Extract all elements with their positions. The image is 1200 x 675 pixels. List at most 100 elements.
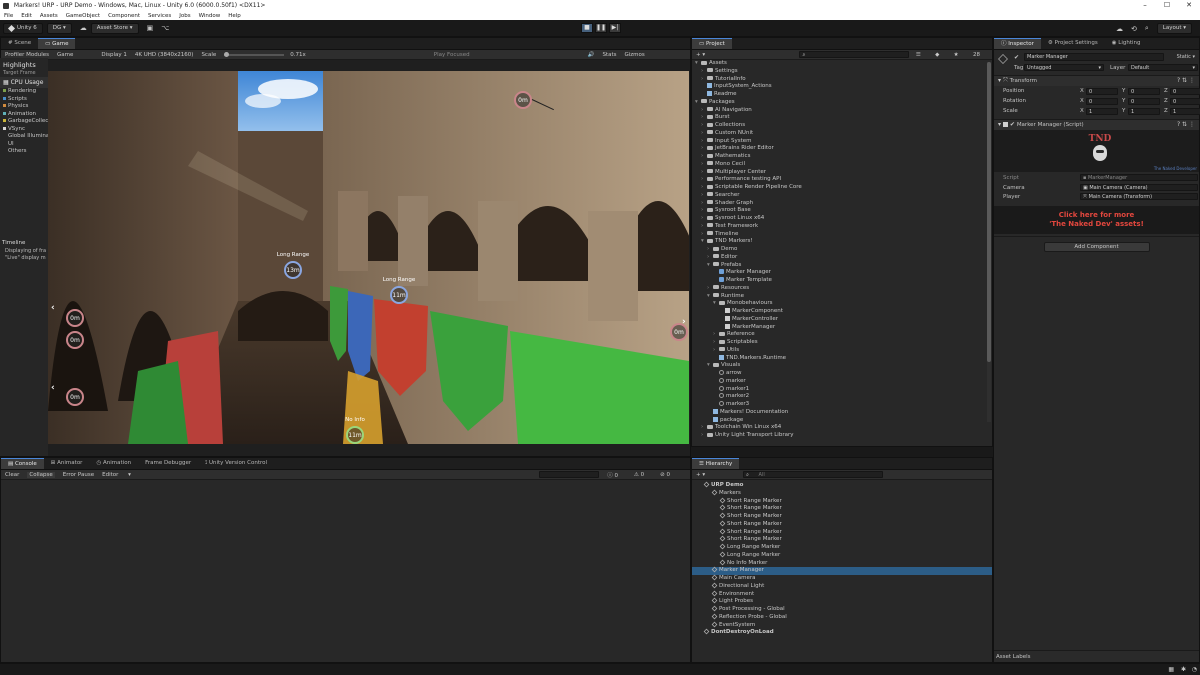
- scale-slider[interactable]: [224, 51, 285, 57]
- menu-services[interactable]: Services: [148, 13, 171, 19]
- mute-icon[interactable]: 🔊: [588, 52, 595, 58]
- minimize-button[interactable]: –: [1134, 0, 1156, 11]
- filter-icon[interactable]: ☰: [916, 52, 921, 58]
- project-item[interactable]: › Unity Light Transport Library: [695, 432, 992, 440]
- gizmos-button[interactable]: Gizmos: [624, 52, 644, 58]
- tag-dropdown[interactable]: Untagged ▾: [1024, 64, 1104, 71]
- project-scrollbar[interactable]: [987, 62, 991, 422]
- hierarchy-item[interactable]: No Info Marker: [692, 559, 992, 568]
- project-item[interactable]: ▾ Visuals: [695, 362, 992, 370]
- cpu-usage-module[interactable]: ▦ CPU Usage: [0, 77, 48, 88]
- scale-z-field[interactable]: 1: [1170, 108, 1200, 115]
- project-item[interactable]: ▾ Prefabs: [695, 262, 992, 270]
- stats-button[interactable]: Stats: [602, 52, 616, 58]
- project-item[interactable]: › Toolchain Win Linux x64: [695, 424, 992, 432]
- project-item[interactable]: › Utils: [695, 347, 992, 355]
- pause-button[interactable]: ❚❚: [595, 23, 607, 33]
- project-item[interactable]: arrow: [695, 370, 992, 378]
- project-item[interactable]: › Timeline: [695, 231, 992, 239]
- tab-scene[interactable]: # Scene: [1, 38, 38, 49]
- scale-y-field[interactable]: 1: [1128, 108, 1160, 115]
- menu-help[interactable]: Help: [228, 13, 241, 19]
- menu-window[interactable]: Window: [199, 13, 221, 19]
- label-icon[interactable]: ◆: [935, 52, 939, 58]
- tab-project-settings[interactable]: ⚙ Project Settings: [1041, 38, 1105, 49]
- project-item[interactable]: › Multiplayer Center: [695, 169, 992, 177]
- build-icon[interactable]: ▣: [147, 24, 154, 32]
- hierarchy-item[interactable]: Short Range Marker: [692, 528, 992, 537]
- more-assets-promo[interactable]: Click here for more 'The Naked Dev' asse…: [994, 206, 1199, 234]
- warning-count[interactable]: ⚠ 0: [634, 472, 652, 478]
- editor-dropdown[interactable]: Editor ▾: [102, 472, 131, 478]
- component-menu-icon[interactable]: ? ⇅ ⋮: [1177, 76, 1195, 86]
- project-item[interactable]: › Test Framework: [695, 223, 992, 231]
- menu-assets[interactable]: Assets: [40, 13, 58, 19]
- project-item[interactable]: Markers! Documentation: [695, 408, 992, 417]
- layer-dropdown[interactable]: Default ▾: [1128, 64, 1198, 71]
- progress-icon[interactable]: ◔: [1192, 666, 1197, 673]
- game-viewport[interactable]: 0m 13m Long Range 11m Long Range 0m 0m 0m 0m 11m N…: [48, 71, 689, 444]
- tab-unity-version-control[interactable]: ⟟ Unity Version Control: [198, 458, 274, 469]
- project-item[interactable]: › Scriptable Render Pipeline Core: [695, 184, 992, 192]
- object-name-field[interactable]: Marker Manager: [1024, 53, 1164, 61]
- player-field[interactable]: ⤧ Main Camera (Transform): [1080, 193, 1198, 200]
- cloud-icon[interactable]: ☁: [80, 24, 87, 32]
- project-item[interactable]: › Settings: [695, 68, 992, 76]
- project-item[interactable]: package: [695, 416, 992, 425]
- profiler-category[interactable]: Global Illumination: [3, 133, 48, 141]
- project-item[interactable]: › Scriptables: [695, 339, 992, 347]
- hierarchy-search-input[interactable]: ⌕ All: [743, 471, 884, 478]
- tab-hierarchy[interactable]: ☰ Hierarchy: [692, 458, 740, 469]
- project-item[interactable]: › JetBrains Rider Editor: [695, 145, 992, 153]
- project-item[interactable]: › Sysroot Linux x64: [695, 215, 992, 223]
- version-control-icon[interactable]: ⌥: [161, 24, 169, 32]
- profiler-category[interactable]: Animation: [3, 111, 48, 119]
- active-checkbox[interactable]: ✔: [1014, 54, 1019, 61]
- hierarchy-item[interactable]: Marker Manager: [692, 566, 992, 575]
- hierarchy-item[interactable]: Long Range Marker: [692, 543, 992, 552]
- hierarchy-scene[interactable]: URP Demo: [692, 481, 992, 490]
- tab-console[interactable]: ▤ Console: [1, 458, 44, 469]
- console-search-input[interactable]: [539, 471, 600, 478]
- profiler-category[interactable]: Rendering: [3, 88, 48, 96]
- tab-inspector[interactable]: ⓘ Inspector: [994, 38, 1041, 49]
- history-icon[interactable]: ⟲: [1131, 25, 1137, 33]
- position-y-field[interactable]: 0: [1128, 88, 1160, 95]
- maximize-button[interactable]: ☐: [1156, 0, 1178, 11]
- project-item[interactable]: marker2: [695, 393, 992, 401]
- project-item[interactable]: Marker Manager: [695, 269, 992, 277]
- project-item[interactable]: Readme: [695, 91, 992, 99]
- project-item[interactable]: MarkerController: [695, 315, 992, 324]
- menu-gameobject[interactable]: GameObject: [66, 13, 100, 19]
- project-item[interactable]: › Shader Graph: [695, 200, 992, 208]
- position-z-field[interactable]: 0: [1170, 88, 1200, 95]
- collapse-button[interactable]: Collapse: [27, 471, 55, 478]
- position-x-field[interactable]: 0: [1086, 88, 1118, 95]
- hierarchy-scene[interactable]: DontDestroyOnLoad: [692, 628, 992, 637]
- project-item[interactable]: TND.Markers.Runtime: [695, 354, 992, 363]
- project-item[interactable]: ▾ Packages: [695, 99, 992, 107]
- hierarchy-item[interactable]: Directional Light: [692, 582, 992, 591]
- profiler-category[interactable]: UI: [3, 141, 48, 149]
- asset-store-button[interactable]: Asset Store ▾: [90, 22, 139, 34]
- camera-field[interactable]: ▣ Main Camera (Camera): [1080, 184, 1198, 191]
- project-item[interactable]: › Demo: [695, 246, 992, 254]
- component-enabled-checkbox[interactable]: ✔: [1010, 121, 1015, 128]
- project-item[interactable]: › Collections: [695, 122, 992, 130]
- hierarchy-item[interactable]: Light Probes: [692, 597, 992, 606]
- menu-file[interactable]: File: [4, 13, 13, 19]
- asset-labels-bar[interactable]: Asset Labels: [994, 650, 1199, 662]
- cache-icon[interactable]: ▦: [1168, 666, 1174, 673]
- clear-button[interactable]: Clear: [5, 472, 19, 478]
- hierarchy-item[interactable]: Short Range Marker: [692, 504, 992, 513]
- transform-header[interactable]: ▾ ⤧ Transform ? ⇅ ⋮: [994, 76, 1199, 86]
- project-item[interactable]: ▾ TND Markers!: [695, 238, 992, 246]
- project-item[interactable]: ▾ Runtime: [695, 293, 992, 301]
- project-item[interactable]: InputSystem_Actions: [695, 83, 992, 91]
- hierarchy-item[interactable]: Post Processing - Global: [692, 605, 992, 614]
- unity-account-button[interactable]: Unity 6: [3, 22, 43, 34]
- hierarchy-item[interactable]: Short Range Marker: [692, 512, 992, 521]
- tab-game[interactable]: ▭ Game: [38, 38, 76, 49]
- profiler-category[interactable]: VSync: [3, 126, 48, 134]
- project-item[interactable]: ▾ Monobehaviours: [695, 300, 992, 308]
